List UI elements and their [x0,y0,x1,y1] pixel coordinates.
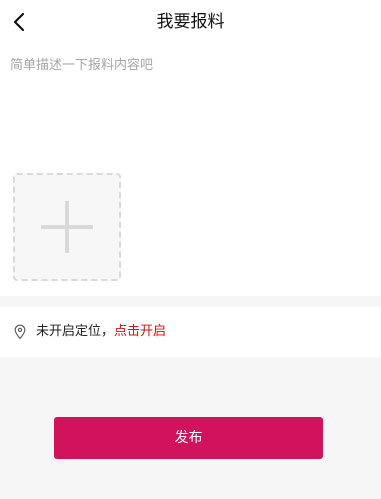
location-row: 未开启定位，点击开启 [0,307,381,357]
add-media-button[interactable] [13,173,121,281]
location-status-text: 未开启定位， [36,324,115,339]
page-title: 我要报料 [156,12,225,32]
location-status: 未开启定位，点击开启 [36,322,166,342]
report-description-input[interactable] [10,56,370,156]
publish-button[interactable]: 发布 [54,417,323,459]
plus-icon [41,201,93,253]
location-pin-icon [14,324,26,340]
nav-bar: 我要报料 [0,0,381,44]
report-form: 我要报料 [0,0,381,296]
enable-location-link[interactable]: 点击开启 [114,324,166,339]
